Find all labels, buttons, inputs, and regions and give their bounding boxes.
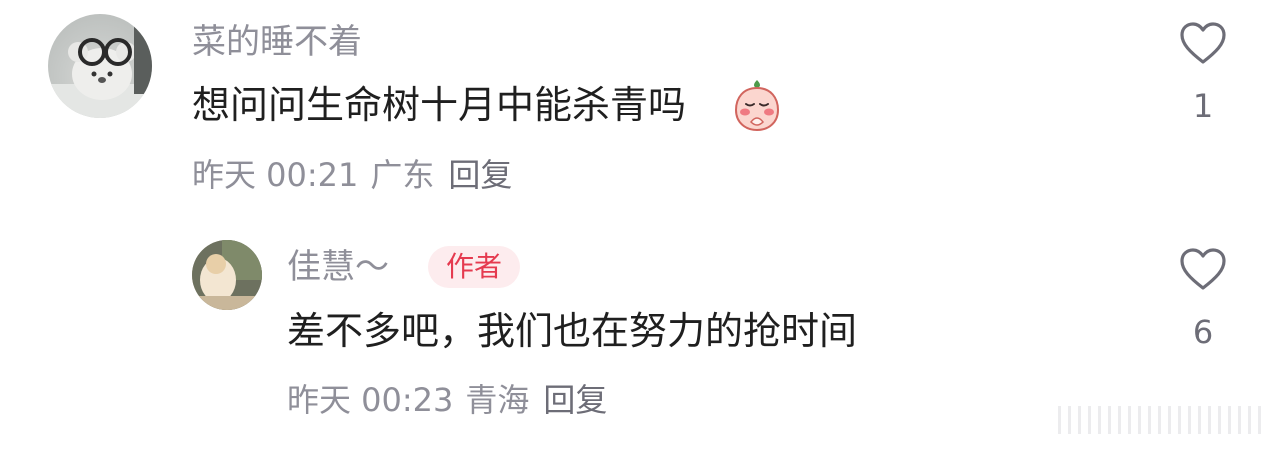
comment-location: 青海	[465, 381, 530, 419]
like-count: 6	[1192, 313, 1214, 351]
avatar-plush-icon	[48, 24, 152, 118]
author-badge: 作者	[428, 246, 520, 288]
comment-text: 差不多吧，我们也在努力的抢时间	[287, 309, 858, 353]
peach-praying-emoji-icon	[734, 80, 780, 132]
comment-location: 广东	[370, 156, 435, 194]
reply-button[interactable]: 回复	[448, 156, 512, 194]
comment-text: 想问问生命树十月中能杀青吗	[192, 83, 687, 127]
comment-meta: 昨天 00:23 青海 回复	[287, 380, 607, 420]
comment-meta: 昨天 00:21 广东 回复	[192, 155, 512, 195]
comment-username[interactable]: 菜的睡不着	[192, 22, 362, 62]
avatar-photo-icon	[192, 240, 262, 310]
comment-thread: 菜的睡不着 想问问生命树十月中能杀青吗 昨天 00:21 广东 回复 1 佳慧～ 作…	[0, 0, 1280, 452]
comment-time: 昨天 00:23	[287, 381, 454, 419]
user-avatar[interactable]	[48, 14, 152, 118]
comment-time: 昨天 00:21	[192, 156, 359, 194]
reply-button[interactable]: 回复	[543, 381, 607, 419]
heart-icon[interactable]	[1178, 20, 1228, 66]
watermark-icon	[1058, 406, 1261, 434]
comment-username[interactable]: 佳慧～	[287, 247, 389, 287]
author-avatar[interactable]	[192, 240, 262, 310]
like-count: 1	[1192, 87, 1214, 125]
heart-icon[interactable]	[1178, 246, 1228, 292]
